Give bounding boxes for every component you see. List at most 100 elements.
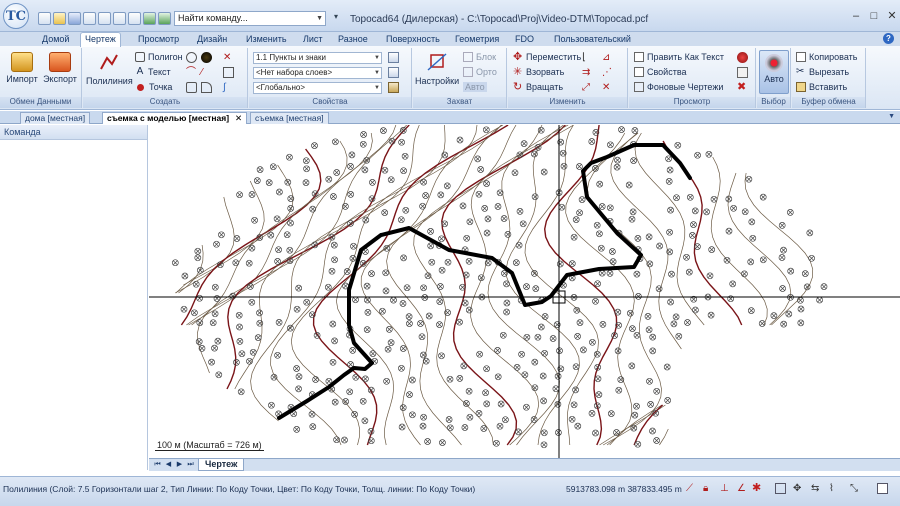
import-button[interactable]: Импорт	[5, 52, 39, 84]
survey-point[interactable]	[707, 311, 715, 319]
survey-point[interactable]	[265, 179, 273, 186]
survey-point[interactable]	[303, 298, 311, 306]
quick-access-menu-icon[interactable]: ▾	[334, 12, 338, 21]
survey-point[interactable]	[379, 307, 386, 315]
survey-point[interactable]	[194, 254, 202, 262]
survey-point[interactable]	[512, 259, 520, 266]
curve-icon[interactable]	[201, 82, 212, 93]
survey-point[interactable]	[484, 215, 492, 223]
survey-point[interactable]	[592, 429, 599, 437]
move-button[interactable]: ✥ Переместить	[513, 52, 581, 63]
survey-point[interactable]	[196, 266, 204, 274]
tab-sheet[interactable]: Лист	[299, 33, 327, 46]
fill-icon[interactable]	[201, 52, 212, 63]
survey-point[interactable]	[465, 387, 473, 395]
survey-point[interactable]	[284, 178, 292, 186]
survey-point[interactable]	[419, 202, 426, 210]
survey-point[interactable]	[483, 400, 491, 408]
survey-point[interactable]	[513, 364, 521, 371]
survey-point[interactable]	[607, 141, 614, 149]
grid-icon[interactable]	[775, 483, 786, 494]
survey-point[interactable]	[343, 268, 351, 275]
survey-point[interactable]	[466, 413, 474, 421]
survey-point[interactable]	[808, 254, 815, 262]
survey-point[interactable]	[352, 296, 359, 304]
survey-point[interactable]	[399, 404, 407, 411]
survey-point[interactable]	[303, 165, 310, 173]
survey-point[interactable]	[554, 372, 562, 380]
survey-point[interactable]	[351, 411, 358, 418]
survey-point[interactable]	[494, 373, 502, 381]
cut-button[interactable]: ✂ Вырезать	[796, 67, 849, 78]
survey-point[interactable]	[710, 195, 718, 203]
survey-point[interactable]	[667, 206, 674, 214]
survey-point[interactable]	[237, 388, 245, 396]
survey-point[interactable]	[570, 233, 578, 241]
survey-point[interactable]	[747, 258, 755, 266]
survey-point[interactable]	[520, 140, 528, 147]
survey-point[interactable]	[253, 177, 261, 184]
survey-point[interactable]	[580, 346, 587, 354]
doc-tab-survey-model[interactable]: съемка с моделью [местная] ✕	[102, 112, 248, 124]
survey-point[interactable]	[302, 157, 310, 165]
survey-point[interactable]	[211, 344, 218, 352]
survey-point[interactable]	[402, 206, 410, 214]
survey-point[interactable]	[598, 269, 606, 277]
background-drawings-button[interactable]: Фоновые Чертежи	[634, 82, 723, 92]
survey-point[interactable]	[211, 310, 219, 318]
survey-point[interactable]	[626, 309, 634, 317]
survey-point[interactable]	[295, 284, 303, 292]
survey-point[interactable]	[347, 163, 354, 170]
survey-point[interactable]	[705, 150, 713, 158]
rotate-button[interactable]: ↻ Вращать	[513, 82, 563, 93]
survey-point[interactable]	[532, 285, 540, 292]
survey-point[interactable]	[516, 208, 524, 215]
survey-point[interactable]	[588, 410, 596, 417]
survey-point[interactable]	[633, 402, 640, 410]
layer-properties-icon[interactable]	[388, 52, 399, 63]
snap-marker-icon[interactable]: ✱	[752, 483, 763, 494]
maximize-button[interactable]: □	[866, 10, 882, 24]
survey-point[interactable]	[797, 296, 804, 304]
prev-sheet-icon[interactable]: ◀	[164, 460, 173, 470]
survey-point[interactable]	[417, 320, 424, 327]
survey-point[interactable]	[668, 270, 675, 278]
survey-point[interactable]	[634, 235, 642, 242]
survey-point[interactable]	[248, 191, 256, 198]
scope-icon[interactable]	[388, 82, 399, 93]
survey-point[interactable]	[483, 229, 491, 237]
survey-point[interactable]	[683, 253, 690, 261]
survey-point[interactable]	[483, 180, 490, 187]
survey-point[interactable]	[398, 138, 405, 146]
new-file-icon[interactable]	[38, 12, 51, 25]
survey-point[interactable]	[540, 441, 548, 449]
survey-point[interactable]	[269, 163, 277, 171]
survey-point[interactable]	[286, 153, 293, 161]
survey-point[interactable]	[428, 258, 436, 266]
survey-point[interactable]	[438, 235, 445, 243]
survey-point[interactable]	[598, 203, 606, 210]
text-button[interactable]: A Текст	[135, 67, 171, 78]
survey-point[interactable]	[309, 205, 317, 213]
survey-point[interactable]	[593, 221, 601, 229]
survey-point[interactable]	[363, 282, 371, 290]
survey-point[interactable]	[422, 357, 430, 365]
survey-point[interactable]	[664, 397, 672, 404]
layer-set-icon[interactable]	[388, 67, 399, 78]
survey-point[interactable]	[759, 193, 767, 201]
survey-point[interactable]	[438, 352, 445, 360]
block-icon[interactable]	[223, 67, 234, 78]
survey-point[interactable]	[516, 151, 524, 159]
survey-point[interactable]	[593, 350, 601, 358]
survey-point[interactable]	[549, 335, 557, 342]
redo-icon[interactable]	[113, 12, 126, 25]
survey-point[interactable]	[398, 364, 405, 372]
survey-point[interactable]	[502, 416, 509, 424]
survey-point[interactable]	[684, 319, 691, 326]
survey-point[interactable]	[274, 258, 281, 265]
survey-point[interactable]	[461, 299, 469, 307]
survey-point[interactable]	[369, 179, 376, 186]
survey-point[interactable]	[248, 244, 256, 252]
survey-point[interactable]	[778, 254, 786, 261]
survey-point[interactable]	[725, 227, 733, 235]
